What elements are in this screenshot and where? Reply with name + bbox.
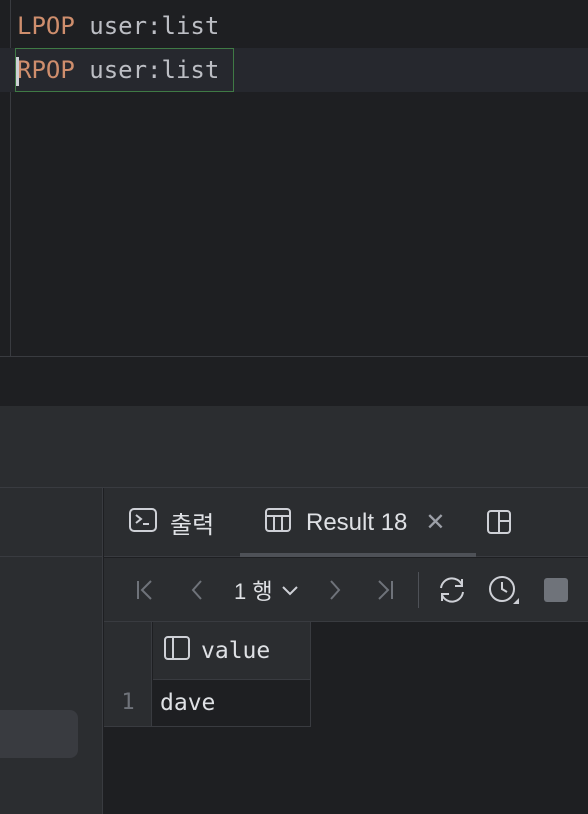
code-text: user:list (74, 12, 220, 40)
text-caret (16, 57, 19, 86)
keyword: LPOP (17, 12, 75, 40)
rows-label: 1 행 (234, 579, 273, 604)
terminal-icon (128, 507, 158, 538)
next-page-icon[interactable] (320, 574, 350, 606)
table-cell[interactable]: dave (160, 680, 215, 726)
column-icon (163, 635, 191, 667)
column-header-value[interactable]: value (153, 622, 311, 680)
left-divider (0, 556, 103, 557)
table-icon (264, 507, 292, 538)
services-tree-pane (0, 488, 103, 814)
layout-icon[interactable] (486, 509, 512, 540)
code-line-1[interactable]: LPOP user:list (0, 4, 588, 48)
active-tab-indicator (240, 553, 476, 557)
chevron-down-icon (281, 577, 299, 603)
tab-output[interactable]: 출력 (128, 488, 214, 557)
refresh-icon[interactable] (434, 574, 470, 606)
tab-result[interactable]: Result 18 ✕ (240, 488, 476, 557)
history-icon[interactable] (486, 574, 522, 606)
rows-selector[interactable]: 1 행 (234, 574, 299, 606)
close-icon[interactable]: ✕ (425, 508, 445, 537)
last-page-icon[interactable] (370, 574, 400, 606)
results-toolbar: 1 행 (104, 558, 588, 622)
previous-page-icon[interactable] (182, 574, 212, 606)
splitter[interactable] (0, 357, 588, 406)
tab-output-label: 출력 (170, 512, 215, 539)
result-grid: value 1 dave (104, 622, 588, 814)
tab-result-label: Result 18 (306, 508, 408, 536)
services-header (0, 406, 588, 488)
code-text: user:list (74, 56, 220, 84)
row-number: 1 (121, 690, 135, 715)
table-row[interactable]: 1 dave (104, 680, 311, 727)
results-pane: 출력 Result 18 ✕ 1 행 value 1 dave (104, 488, 588, 814)
toolbar-separator (418, 572, 419, 608)
results-tabbar: 출력 Result 18 ✕ (104, 488, 588, 557)
selected-tree-item[interactable] (0, 710, 78, 758)
column-header-label: value (201, 637, 271, 664)
query-editor[interactable]: LPOP user:list RPOP user:list (0, 0, 588, 357)
keyword: RPOP (17, 56, 75, 84)
stop-icon[interactable] (544, 578, 568, 602)
code-line-2-current[interactable]: RPOP user:list (0, 48, 588, 92)
first-page-icon[interactable] (130, 574, 160, 606)
